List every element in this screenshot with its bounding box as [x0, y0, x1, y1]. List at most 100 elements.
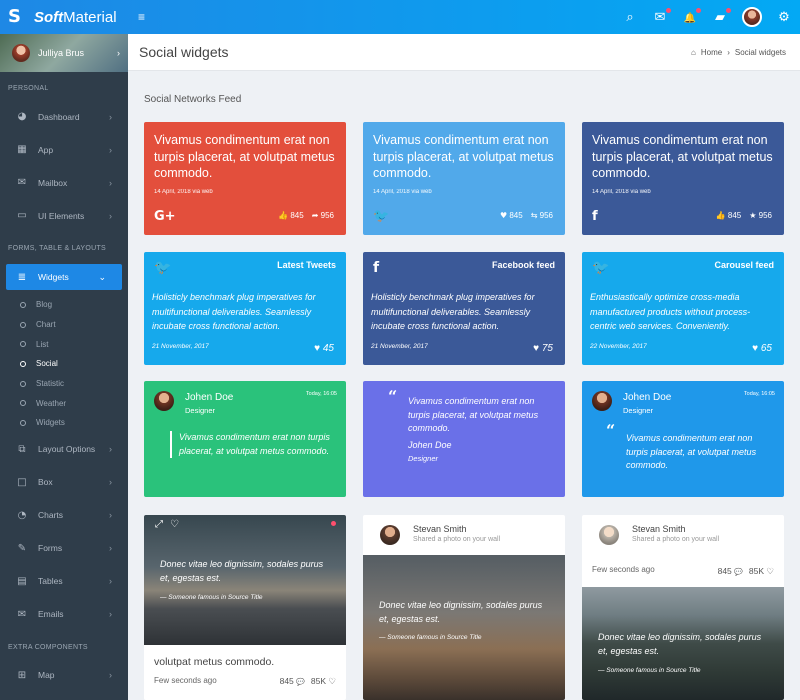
twitter-icon[interactable]: 🐦	[373, 209, 389, 224]
breadcrumb-separator: ›	[727, 47, 730, 57]
carousel-feed-card: 🐦 Carousel feed Enthusiastically optimiz…	[582, 252, 784, 365]
avatar	[12, 44, 30, 62]
menu-toggle-icon[interactable]: ≡	[138, 10, 145, 24]
photo-source: — Someone famous in Source Title	[379, 634, 482, 641]
facebook-post-card: Vivamus condimentum erat non turpis plac…	[582, 122, 784, 235]
post-photo[interactable]: Donec vitae leo dignissim, sodales purus…	[582, 587, 784, 700]
likes-count: 845	[290, 211, 304, 220]
avatar	[154, 391, 174, 411]
feed-likes[interactable]: ♥ 75	[533, 343, 553, 354]
mail-icon: ✉	[17, 177, 27, 188]
likes-stat[interactable]: 85K ♡	[749, 566, 774, 577]
post-photo[interactable]: ⤢ ♡ Donec vitae leo dignissim, sodales p…	[144, 515, 346, 645]
sidebar-item-label: Map	[38, 670, 55, 681]
sidebar-item-ui-elements[interactable]: ▭ UI Elements ›	[0, 199, 128, 232]
submenu-item-list[interactable]: List	[0, 334, 128, 354]
top-icons: ⌕ ✉ 🔔 ▰ ⚙	[622, 0, 792, 34]
google-plus-icon[interactable]: G+	[154, 209, 176, 224]
search-icon[interactable]: ⌕	[622, 10, 638, 25]
feed-date: 21 November, 2017	[152, 343, 209, 350]
sidebar-item-label: Tables	[38, 576, 63, 587]
facebook-icon[interactable]: f	[592, 209, 598, 224]
post-photo[interactable]: Donec vitae leo dignissim, sodales purus…	[363, 555, 565, 700]
sidebar-item-label: Box	[38, 477, 53, 488]
sidebar-item-mailbox[interactable]: ✉ Mailbox ›	[0, 166, 128, 199]
feed-likes[interactable]: ♥ 65	[752, 343, 772, 354]
post-stats: 👍 845 ★ 956	[716, 211, 772, 220]
twitter-icon[interactable]: 🐦	[154, 260, 171, 276]
expand-icon[interactable]: ⤢	[155, 519, 163, 530]
sidebar-item-dashboard[interactable]: ◕ Dashboard ›	[0, 100, 128, 133]
comment-icon: 💬	[296, 679, 305, 686]
sidebar-item-app[interactable]: ▦ App ›	[0, 133, 128, 166]
chevron-right-icon: ›	[109, 177, 112, 188]
submenu-item-widgets[interactable]: Widgets	[0, 413, 128, 433]
sidebar-item-label: Layout Options	[38, 444, 96, 455]
twitter-icon[interactable]: 🐦	[592, 260, 609, 276]
submenu-label: Social	[36, 359, 58, 369]
brand[interactable]: S SoftMaterial	[0, 0, 128, 34]
user-panel[interactable]: Julliya Brus ›	[0, 34, 128, 72]
chevron-right-icon: ›	[109, 210, 112, 221]
breadcrumb-home[interactable]: Home	[701, 48, 722, 57]
submenu-item-statistic[interactable]: Statistic	[0, 374, 128, 394]
pie-chart-icon: ◔	[17, 509, 27, 521]
photo-source: — Someone famous in Source Title	[160, 594, 263, 601]
circle-icon	[20, 380, 26, 387]
page-title: Social widgets	[139, 44, 229, 60]
bell-icon[interactable]: 🔔	[682, 7, 701, 25]
testimonial-card-blue: Johen Doe Designer Today, 16:05 “ Vivamu…	[582, 381, 784, 497]
circle-icon	[20, 321, 26, 328]
sidebar-item-charts[interactable]: ◔ Charts ›	[0, 499, 128, 532]
gear-icon[interactable]: ⚙	[776, 10, 792, 25]
laptop-icon: ▭	[17, 210, 27, 221]
likes-stat[interactable]: 85K ♡	[311, 676, 336, 687]
facebook-icon[interactable]: f	[373, 260, 379, 276]
feed-text: Enthusiastically optimize cross-media ma…	[590, 292, 751, 331]
sidebar-item-map[interactable]: ⊞ Map ›	[0, 659, 128, 692]
sidebar-item-emails[interactable]: ✉ Emails ›	[0, 598, 128, 631]
likes-stat[interactable]: ♥ 845	[500, 211, 523, 220]
circle-icon	[20, 301, 26, 308]
sidebar-item-layout-options[interactable]: ⧉ Layout Options ›	[0, 433, 128, 466]
submenu-label: List	[36, 339, 49, 349]
avatar	[380, 525, 400, 545]
comments-count: 845	[717, 566, 732, 576]
feed-date: 22 November, 2017	[590, 343, 647, 350]
retweet-icon: ⇆	[530, 211, 538, 220]
author-role: Designer	[185, 406, 216, 415]
shares-stat[interactable]: ➦ 956	[312, 211, 334, 220]
author-role: Designer	[623, 406, 654, 415]
section-title: Social Networks Feed	[144, 94, 242, 105]
sidebar-item-forms[interactable]: ✎ Forms ›	[0, 532, 128, 565]
submenu-item-weather[interactable]: Weather	[0, 393, 128, 413]
sidebar-item-widgets[interactable]: ≣ Widgets ⌄	[6, 264, 122, 290]
comments-stat[interactable]: 845 💬	[280, 676, 305, 687]
shares-stat[interactable]: ⇆ 956	[531, 211, 553, 220]
comments-count: 845	[279, 676, 294, 686]
page-header: Social widgets ⌂ Home › Social widgets	[128, 34, 800, 71]
heart-icon: ♥	[314, 343, 321, 354]
sidebar-item-label: Dashboard	[38, 111, 80, 122]
mail-icon[interactable]: ✉	[652, 7, 671, 25]
likes-stat[interactable]: 👍 845	[278, 211, 304, 220]
sidebar-item-box[interactable]: □ Box ›	[0, 466, 128, 499]
sidebar-item-tables[interactable]: ▤ Tables ›	[0, 565, 128, 598]
submenu-item-social[interactable]: Social	[0, 354, 128, 374]
brand-name: SoftMaterial	[34, 8, 117, 26]
likes-stat[interactable]: 👍 845	[716, 211, 742, 220]
google-plus-post-card: Vivamus condimentum erat non turpis plac…	[144, 122, 346, 235]
thumbs-up-icon: 👍	[278, 211, 289, 220]
post-time: Few seconds ago	[154, 676, 217, 685]
submenu-item-blog[interactable]: Blog	[0, 295, 128, 315]
feed-likes[interactable]: ♥ 45	[314, 343, 334, 354]
heart-icon: ♡	[328, 676, 336, 686]
grid-icon: ▦	[17, 144, 27, 155]
shares-count: 956	[539, 211, 553, 220]
shares-stat[interactable]: ★ 956	[749, 211, 772, 220]
heart-icon[interactable]: ♡	[170, 519, 179, 530]
submenu-item-chart[interactable]: Chart	[0, 315, 128, 335]
chat-icon[interactable]: ▰	[712, 7, 731, 25]
user-avatar[interactable]	[742, 7, 762, 27]
comments-stat[interactable]: 845 💬	[718, 566, 743, 577]
